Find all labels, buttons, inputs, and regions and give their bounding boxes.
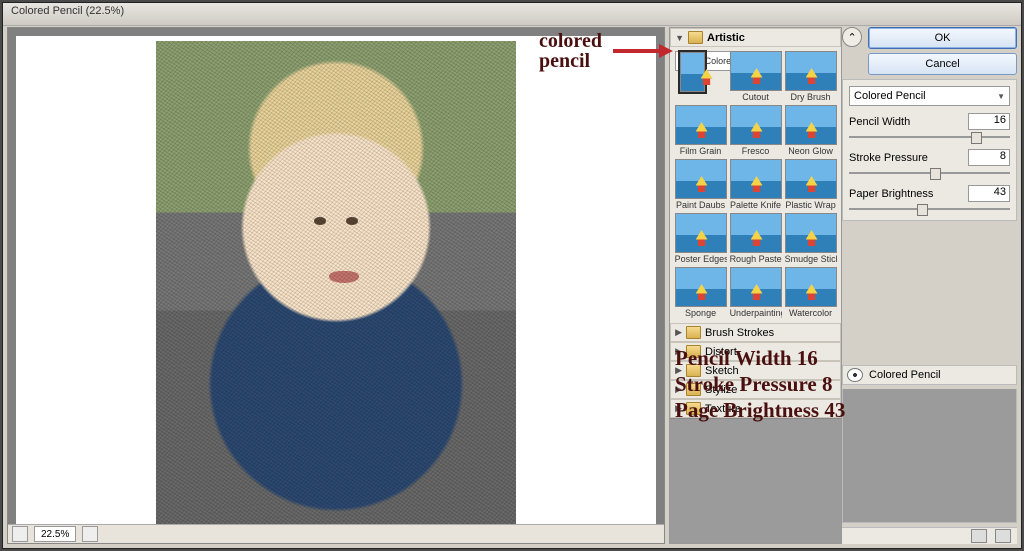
category-stylize[interactable]: ▶ Stylize [670,380,841,399]
disclosure-right-icon: ▶ [675,346,682,357]
category-label: Distort [705,346,737,358]
category-sketch[interactable]: ▶ Sketch [670,361,841,380]
controls-pane: ⌃ OK Cancel Colored Pencil ▼ Pencil Widt… [842,27,1017,544]
filter-fresco[interactable]: Fresco [730,105,782,157]
preview-image [156,41,516,531]
filter-watercolor[interactable]: Watercolor [785,267,837,319]
folder-icon [686,383,701,396]
stroke-pressure-slider[interactable] [849,168,1010,178]
filter-dry-brush[interactable]: Dry Brush [785,51,837,103]
effect-layer-label: Colored Pencil [869,369,941,381]
chevron-down-icon: ▼ [997,92,1005,101]
category-brush-strokes[interactable]: ▶ Brush Strokes [670,323,841,342]
trash-icon[interactable] [995,529,1011,543]
filter-neon-glow[interactable]: Neon Glow [785,105,837,157]
category-label: Texture [705,403,741,415]
filter-palette-knife[interactable]: Palette Knife [730,159,782,211]
visibility-eye-icon[interactable] [847,368,863,382]
folder-icon [686,326,701,339]
param-label: Paper Brightness [849,188,933,200]
effect-stack [842,389,1017,524]
zoom-fit-icon[interactable] [12,526,28,542]
folder-icon [686,402,701,415]
disclosure-right-icon: ▶ [675,384,682,395]
zoom-out-icon[interactable] [82,526,98,542]
filter-rough-pastels[interactable]: Rough Pastels [730,213,782,265]
stroke-pressure-value[interactable]: 8 [968,149,1010,166]
paper-brightness-slider[interactable] [849,204,1010,214]
category-artistic[interactable]: ▼ Artistic [670,28,841,47]
preview-canvas[interactable] [16,36,656,535]
category-texture[interactable]: ▶ Texture [670,399,841,418]
param-label: Pencil Width [849,116,910,128]
folder-icon [686,364,701,377]
folder-icon [686,345,701,358]
param-pencil-width: Pencil Width 16 [849,113,1010,142]
filter-film-grain[interactable]: Film Grain [675,105,727,157]
new-effect-icon[interactable] [971,529,987,543]
filter-plastic-wrap[interactable]: Plastic Wrap [785,159,837,211]
filter-paint-daubs[interactable]: Paint Daubs [675,159,727,211]
pencil-width-value[interactable]: 16 [968,113,1010,130]
filter-sponge[interactable]: Sponge [675,267,727,319]
preview-pane: 22.5% [7,27,665,544]
cancel-button[interactable]: Cancel [868,53,1017,75]
category-label: Stylize [705,384,737,396]
paper-brightness-value[interactable]: 43 [968,185,1010,202]
param-stroke-pressure: Stroke Pressure 8 [849,149,1010,178]
filter-gallery: ▼ Artistic Colored Pencil Cutout Dry Bru… [669,27,842,544]
param-paper-brightness: Paper Brightness 43 [849,185,1010,214]
filter-select-value: Colored Pencil [854,90,926,102]
category-label: Sketch [705,365,739,377]
disclosure-right-icon: ▶ [675,327,682,338]
collapse-icon[interactable]: ⌃ [842,27,862,47]
filter-colored-pencil[interactable]: Colored Pencil [675,51,737,71]
filter-poster-edges[interactable]: Poster Edges [675,213,727,265]
ok-button[interactable]: OK [868,27,1017,49]
folder-icon [688,31,703,44]
filter-cutout[interactable]: Cutout [730,51,782,103]
dialog-title: Colored Pencil (22.5%) [11,5,124,17]
disclosure-right-icon: ▶ [675,403,682,414]
category-label: Artistic [707,32,745,44]
param-label: Stroke Pressure [849,152,928,164]
disclosure-down-icon: ▼ [675,33,684,43]
filter-smudge-stick[interactable]: Smudge Stick [785,213,837,265]
filter-select[interactable]: Colored Pencil ▼ [849,86,1010,106]
filter-underpainting[interactable]: Underpainting [730,267,782,319]
category-label: Brush Strokes [705,327,774,339]
pencil-width-slider[interactable] [849,132,1010,142]
category-distort[interactable]: ▶ Distort [670,342,841,361]
effect-layer-row[interactable]: Colored Pencil [842,365,1017,385]
disclosure-right-icon: ▶ [675,365,682,376]
zoom-field[interactable]: 22.5% [34,526,76,542]
